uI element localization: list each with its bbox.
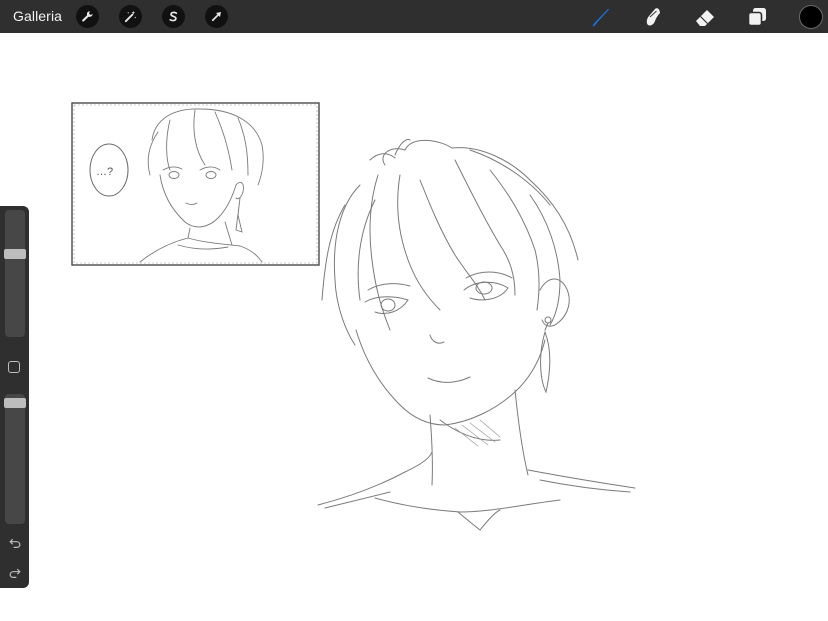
selection-s-icon[interactable]: [162, 5, 185, 28]
actions-wrench-icon[interactable]: [76, 5, 99, 28]
main-sketch: [317, 139, 636, 531]
eraser-icon[interactable]: [692, 4, 718, 30]
adjustments-magic-wand-icon[interactable]: [119, 5, 142, 28]
drawing-canvas[interactable]: …?: [0, 33, 828, 621]
gallery-button[interactable]: Galleria: [13, 8, 62, 24]
color-picker-swatch[interactable]: [799, 5, 823, 29]
transform-arrow-icon[interactable]: [205, 5, 228, 28]
speech-bubble-text: …?: [96, 166, 113, 178]
brush-icon[interactable]: [588, 4, 614, 30]
modify-square-icon[interactable]: [8, 361, 20, 373]
opacity-thumb[interactable]: [4, 397, 26, 408]
undo-icon[interactable]: [6, 534, 24, 552]
smudge-icon[interactable]: [640, 4, 666, 30]
sketch-artwork: …?: [71, 102, 636, 531]
layers-icon[interactable]: [744, 4, 770, 30]
top-toolbar: Galleria: [0, 0, 828, 33]
reference-panel: …?: [71, 102, 320, 266]
brush-size-slider[interactable]: [5, 210, 25, 337]
left-sidebar: [0, 206, 29, 588]
opacity-slider[interactable]: [5, 394, 25, 524]
redo-icon[interactable]: [6, 564, 24, 582]
brush-size-thumb[interactable]: [4, 248, 26, 259]
